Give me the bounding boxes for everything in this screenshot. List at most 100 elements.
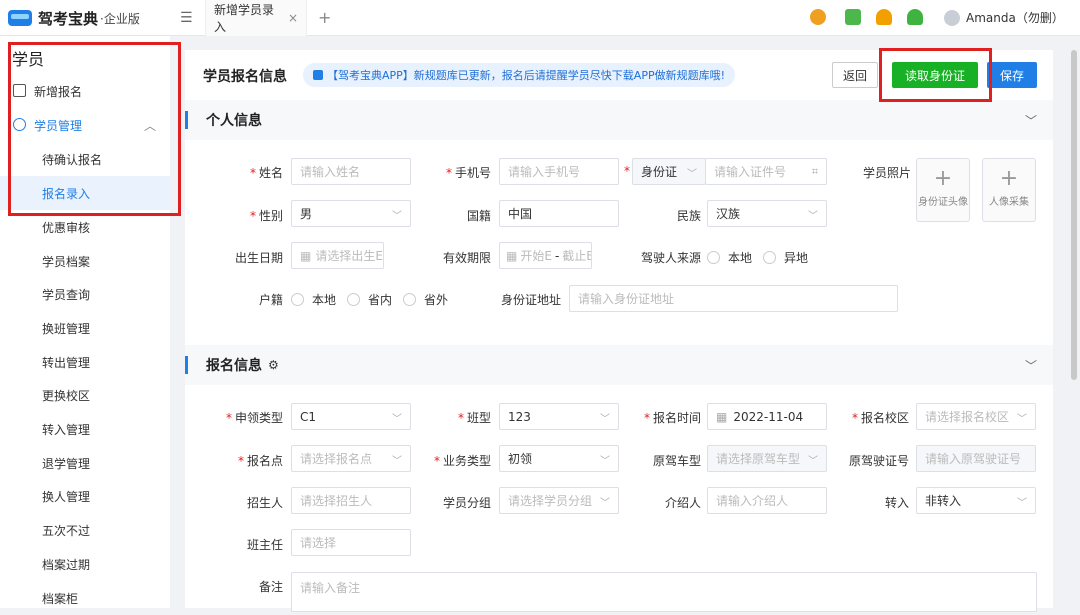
sidebar-item-transfer-in[interactable]: 转入管理 [0, 412, 170, 446]
notice-banner: 【驾考宝典APP】新规题库已更新，报名后请提醒学员尽快下载APP做新规题库哦! [303, 63, 735, 87]
user-name: Amanda（勿删） [966, 11, 1064, 25]
scrollbar[interactable] [1071, 50, 1077, 380]
sidebar-item-replace[interactable]: 换人管理 [0, 479, 170, 513]
hukou-province-radio[interactable]: 省内 [347, 291, 392, 308]
license-type-select[interactable]: C1 ﹀ [291, 403, 411, 430]
campus-select[interactable]: 请选择报名校区 ﹀ [916, 403, 1036, 430]
address-label: 身份证地址 [500, 293, 561, 307]
sidebar-item-change-campus[interactable]: 更换校区 [0, 378, 170, 412]
scan-icon: ⌗ [811, 165, 818, 178]
birth-date-picker[interactable]: ▦ 请选择出生E [291, 242, 384, 269]
hukou-outside-radio[interactable]: 省外 [403, 291, 448, 308]
sidebar-item-label: 优惠审核 [42, 220, 91, 235]
sidebar-item-query[interactable]: 学员查询 [0, 277, 170, 311]
chevron-down-icon[interactable]: ﹀ [1025, 112, 1037, 129]
sidebar-item-cabinet[interactable]: 档案柜 [0, 581, 170, 615]
biz-type-select[interactable]: 初领 ﹀ [499, 445, 619, 472]
ethnicity-label: 民族 [676, 209, 701, 223]
sidebar-item-archives[interactable]: 学员档案 [0, 244, 170, 278]
brand-edition: ·企业版 [100, 11, 140, 26]
app-icon [313, 70, 323, 80]
chevron-down-icon[interactable]: ﹀ [1025, 357, 1037, 374]
bell-icon[interactable] [907, 9, 923, 25]
sidebar-item-label: 档案柜 [42, 591, 79, 606]
plus-icon: + [933, 166, 953, 191]
add-tab-icon[interactable]: + [318, 8, 331, 27]
validity-range-picker[interactable]: ▦ 开始E - 截止E [499, 242, 592, 269]
close-icon[interactable]: × [288, 11, 298, 25]
transfer-label: 转入 [884, 496, 909, 510]
section-bar [185, 111, 188, 129]
source-local-radio[interactable]: 本地 [707, 249, 752, 266]
address-input[interactable]: 请输入身份证地址 [569, 285, 898, 312]
chevron-down-icon: ﹀ [1017, 498, 1027, 509]
head-teacher-select[interactable]: 请选择 [291, 529, 411, 556]
nationality-input[interactable]: 中国 [499, 200, 619, 227]
remark-textarea[interactable]: 请输入备注 [291, 572, 1037, 612]
upload-person-icon[interactable] [876, 9, 892, 25]
user-menu[interactable]: Amanda（勿删） [944, 9, 1064, 26]
chevron-down-icon: ﹀ [600, 498, 610, 509]
sidebar-item-dropout[interactable]: 退学管理 [0, 446, 170, 480]
tab-new-student[interactable]: 新增学员录入 × [205, 0, 307, 36]
gear-icon[interactable]: ⚙ [268, 358, 279, 372]
section-personal-header[interactable]: 个人信息 ﹀ [185, 100, 1053, 140]
save-button[interactable]: 保存 [987, 62, 1037, 88]
notice-text: 【驾考宝典APP】新规题库已更新，报名后请提醒学员尽快下载APP做新规题库哦! [327, 69, 725, 82]
class-type-label: * 班型 [457, 411, 491, 425]
sidebar-item-label: 转入管理 [42, 422, 91, 437]
campus-label: * 报名校区 [851, 411, 909, 425]
ethnicity-select[interactable]: 汉族 ﹀ [707, 200, 827, 227]
section-bar [185, 356, 188, 374]
referrer-input[interactable]: 请输入介绍人 [707, 487, 827, 514]
person-icon[interactable] [810, 9, 826, 25]
chevron-down-icon: ﹀ [808, 211, 818, 222]
section-enroll-header[interactable]: 报名信息 ⚙ ﹀ [185, 345, 1053, 385]
id-type-select[interactable]: 身份证 ﹀ [632, 158, 706, 185]
gender-select[interactable]: 男 ﹀ [291, 200, 411, 227]
id-number-input[interactable]: 请输入证件号 ⌗ [705, 158, 827, 185]
plus-icon: + [999, 166, 1019, 191]
nationality-label: 国籍 [466, 209, 491, 223]
highlight-box-read-id [879, 48, 992, 102]
car-logo-icon [8, 10, 32, 26]
enroll-point-select[interactable]: 请选择报名点 ﹀ [291, 445, 411, 472]
recruiter-select[interactable]: 请选择招生人 [291, 487, 411, 514]
orig-car-select[interactable]: 请选择原驾车型 ﹀ [707, 445, 827, 472]
source-other-radio[interactable]: 异地 [763, 249, 808, 266]
sidebar-item-five-fail[interactable]: 五次不过 [0, 513, 170, 547]
sidebar-item-label: 更换校区 [42, 388, 91, 403]
validity-label: 有效期限 [442, 251, 491, 265]
calendar-icon: ▦ [506, 248, 518, 263]
gender-label: * 性别 [249, 209, 283, 223]
chevron-down-icon: ﹀ [1017, 414, 1027, 425]
driver-source-label: 驾驶人来源 [640, 251, 701, 265]
name-input[interactable]: 请输入姓名 [291, 158, 411, 185]
id-photo-upload[interactable]: + 身份证头像 [916, 158, 970, 222]
chevron-down-icon: ﹀ [687, 169, 697, 180]
enroll-time-picker[interactable]: ▦ 2022-11-04 [707, 403, 827, 430]
keyboard-icon[interactable] [845, 9, 861, 25]
sidebar-item-expired[interactable]: 档案过期 [0, 547, 170, 581]
hukou-local-radio[interactable]: 本地 [291, 291, 336, 308]
enroll-time-label: * 报名时间 [643, 411, 701, 425]
orig-license-input[interactable]: 请输入原驾驶证号 [916, 445, 1036, 472]
section-title: 报名信息 [206, 358, 262, 374]
avatar [944, 9, 960, 26]
sidebar-item-transfer-out[interactable]: 转出管理 [0, 345, 170, 379]
chevron-down-icon: ﹀ [808, 456, 818, 467]
sidebar-item-class-change[interactable]: 换班管理 [0, 311, 170, 345]
phone-input[interactable]: 请输入手机号 [499, 158, 619, 185]
hukou-label: 户籍 [258, 293, 283, 307]
menu-collapse-icon[interactable]: ☰ [180, 10, 193, 26]
section-title: 个人信息 [206, 113, 262, 129]
license-type-label: * 申领类型 [225, 411, 283, 425]
page-title: 学员报名信息 [203, 69, 287, 85]
class-type-select[interactable]: 123 ﹀ [499, 403, 619, 430]
sidebar-item-label: 换班管理 [42, 321, 91, 336]
group-select[interactable]: 请选择学员分组 ﹀ [499, 487, 619, 514]
sidebar-item-label: 档案过期 [42, 557, 91, 572]
back-button[interactable]: 返回 [832, 62, 878, 88]
transfer-select[interactable]: 非转入 ﹀ [916, 487, 1036, 514]
portrait-upload[interactable]: + 人像采集 [982, 158, 1036, 222]
